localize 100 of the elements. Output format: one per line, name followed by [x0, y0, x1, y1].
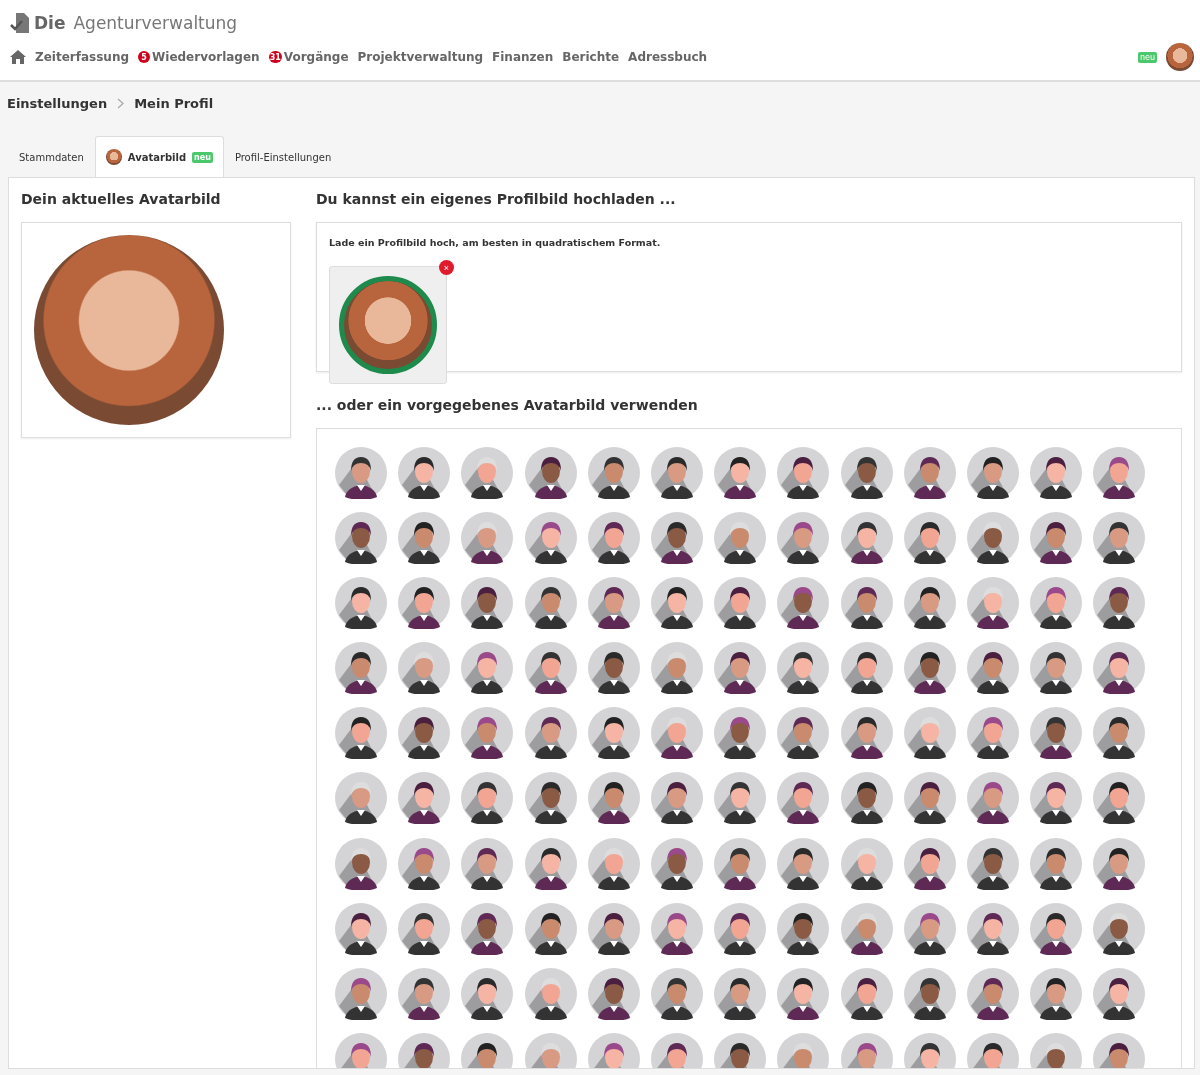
avatar-silhouette[interactable] [966, 967, 1019, 1020]
avatar-silhouette[interactable] [903, 772, 956, 825]
user-avatar-photo[interactable] [1166, 43, 1194, 71]
avatar-silhouette[interactable] [966, 642, 1019, 695]
avatar-silhouette[interactable] [777, 967, 830, 1020]
avatar-silhouette[interactable] [714, 512, 767, 565]
avatar-silhouette[interactable] [650, 772, 703, 825]
avatar-silhouette[interactable] [587, 577, 640, 630]
avatar-silhouette[interactable] [777, 512, 830, 565]
avatar-silhouette[interactable] [1093, 642, 1146, 695]
avatar-silhouette[interactable] [461, 577, 514, 630]
avatar-silhouette[interactable] [524, 967, 577, 1020]
avatar-silhouette[interactable] [335, 967, 387, 1020]
avatar-silhouette[interactable] [335, 772, 387, 825]
avatar-silhouette[interactable] [1030, 642, 1083, 695]
avatar-silhouette[interactable] [650, 967, 703, 1020]
avatar-silhouette[interactable] [335, 512, 387, 565]
avatar-silhouette[interactable] [840, 902, 893, 955]
avatar-silhouette[interactable] [903, 1032, 956, 1068]
avatar-silhouette[interactable] [524, 707, 577, 760]
avatar-silhouette[interactable] [335, 642, 387, 695]
avatar-silhouette[interactable] [650, 642, 703, 695]
avatar-silhouette[interactable] [903, 642, 956, 695]
avatar-silhouette[interactable] [335, 577, 387, 630]
tab[interactable]: Avatarbild neu [94, 136, 224, 177]
avatar-silhouette[interactable] [524, 447, 577, 499]
avatar-silhouette[interactable] [966, 512, 1019, 565]
avatar-silhouette[interactable] [524, 512, 577, 565]
nav-link[interactable]: 31 Vorgänge [268, 50, 349, 64]
avatar-silhouette[interactable] [903, 512, 956, 565]
avatar-silhouette[interactable] [650, 1032, 703, 1068]
avatar-silhouette[interactable] [777, 772, 830, 825]
avatar-silhouette[interactable] [714, 447, 767, 499]
avatar-silhouette[interactable] [1030, 837, 1083, 890]
avatar-silhouette[interactable] [461, 512, 514, 565]
avatar-silhouette[interactable] [903, 707, 956, 760]
avatar-silhouette[interactable] [461, 837, 514, 890]
breadcrumb-item[interactable]: Mein Profil [134, 95, 214, 111]
avatar-silhouette[interactable] [714, 837, 767, 890]
avatar-silhouette[interactable] [650, 837, 703, 890]
avatar-silhouette[interactable] [1093, 447, 1146, 499]
avatar-silhouette[interactable] [714, 967, 767, 1020]
avatar-silhouette[interactable] [461, 707, 514, 760]
tab[interactable]: Stammdaten [8, 136, 95, 177]
avatar-silhouette[interactable] [461, 902, 514, 955]
avatar-silhouette[interactable] [335, 447, 387, 499]
avatar-silhouette[interactable] [1093, 577, 1146, 630]
avatar-silhouette[interactable] [1093, 772, 1146, 825]
avatar-silhouette[interactable] [714, 642, 767, 695]
nav-link[interactable]: Zeiterfassung [35, 50, 130, 64]
avatar-silhouette[interactable] [461, 642, 514, 695]
home-icon[interactable] [10, 50, 26, 64]
avatar-silhouette[interactable] [650, 577, 703, 630]
avatar-silhouette[interactable] [335, 837, 387, 890]
avatar-silhouette[interactable] [524, 772, 577, 825]
avatar-silhouette[interactable] [461, 447, 514, 499]
nav-link[interactable]: Finanzen [492, 50, 554, 64]
avatar-silhouette[interactable] [1030, 447, 1083, 499]
nav-link[interactable]: Adressbuch [628, 50, 708, 64]
avatar-silhouette[interactable] [714, 1032, 767, 1068]
avatar-silhouette[interactable] [1093, 837, 1146, 890]
avatar-silhouette[interactable] [714, 707, 767, 760]
avatar-silhouette[interactable] [461, 772, 514, 825]
remove-button[interactable]: × [439, 260, 454, 275]
avatar-silhouette[interactable] [1030, 707, 1083, 760]
avatar-silhouette[interactable] [966, 447, 1019, 499]
avatar-silhouette[interactable] [398, 967, 451, 1020]
avatar-silhouette[interactable] [587, 512, 640, 565]
avatar-silhouette[interactable] [461, 1032, 514, 1068]
avatar-silhouette[interactable] [777, 577, 830, 630]
avatar-silhouette[interactable] [1093, 902, 1146, 955]
avatar-silhouette[interactable] [714, 577, 767, 630]
avatar-silhouette[interactable] [966, 577, 1019, 630]
avatar-silhouette[interactable] [398, 707, 451, 760]
avatar-silhouette[interactable] [777, 642, 830, 695]
nav-link[interactable]: 5 Wiedervorlagen [138, 50, 260, 64]
avatar-silhouette[interactable] [587, 772, 640, 825]
avatar-silhouette[interactable] [650, 512, 703, 565]
avatar-silhouette[interactable] [587, 707, 640, 760]
nav-link[interactable]: Berichte [562, 50, 620, 64]
avatar-silhouette[interactable] [840, 642, 893, 695]
avatar-silhouette[interactable] [966, 707, 1019, 760]
avatar-silhouette[interactable] [650, 447, 703, 499]
avatar-silhouette[interactable] [840, 772, 893, 825]
avatar-silhouette[interactable] [398, 837, 451, 890]
avatar-silhouette[interactable] [1030, 577, 1083, 630]
avatar-silhouette[interactable] [903, 577, 956, 630]
avatar-silhouette[interactable] [398, 447, 451, 499]
avatar-silhouette[interactable] [840, 707, 893, 760]
avatar-silhouette[interactable] [903, 967, 956, 1020]
avatar-silhouette[interactable] [903, 447, 956, 499]
avatar-silhouette[interactable] [650, 707, 703, 760]
avatar-silhouette[interactable] [335, 902, 387, 955]
avatar-silhouette[interactable] [587, 642, 640, 695]
avatar-silhouette[interactable] [777, 902, 830, 955]
avatar-silhouette[interactable] [903, 837, 956, 890]
avatar-silhouette[interactable] [840, 577, 893, 630]
avatar-silhouette[interactable] [1093, 1032, 1146, 1068]
avatar-silhouette[interactable] [587, 837, 640, 890]
avatar-silhouette[interactable] [840, 967, 893, 1020]
